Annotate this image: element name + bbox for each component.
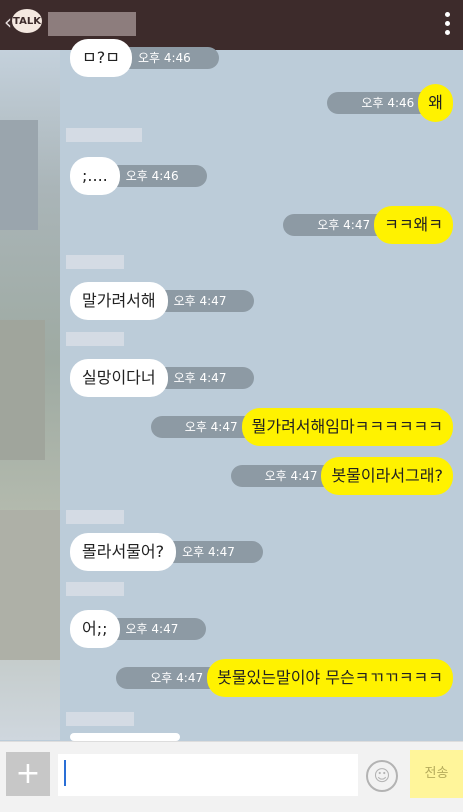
blurred-sender-name	[66, 510, 124, 524]
blurred-sender-name	[66, 582, 124, 596]
blurred-avatars-column	[0, 50, 60, 740]
plus-button[interactable]: +	[6, 752, 50, 796]
message-bubble[interactable]: 뭘가려서해임마ㅋㅋㅋㅋㅋㅋ	[241, 408, 453, 446]
message-bubble[interactable]: 실망이다너	[70, 359, 168, 397]
message-bubble[interactable]: 몰라서물어?	[70, 533, 177, 571]
smiley-icon[interactable]: ☺	[366, 760, 398, 792]
message-composer: + ☺ 전송	[0, 741, 463, 812]
vertical-dots-menu-icon[interactable]	[443, 10, 451, 38]
back-chevron-icon[interactable]: ‹	[4, 10, 12, 34]
message-bubble[interactable]: ㅁ?ㅁ	[70, 39, 132, 77]
message-bubble[interactable]: 왜	[418, 84, 453, 122]
message-row-left: 실망이다너 오후 4:47	[70, 359, 255, 397]
blurred-sender-name	[66, 128, 142, 142]
blurred-sender-name	[66, 332, 124, 346]
message-input[interactable]	[58, 754, 358, 796]
blurred-sender-name	[66, 255, 124, 269]
message-bubble[interactable]: ㅋㅋ왜ㅋ	[374, 206, 453, 244]
message-row-left: 어;; 오후 4:47	[70, 610, 207, 648]
message-row-right: 오후 4:47 뭘가려서해임마ㅋㅋㅋㅋㅋㅋ	[150, 408, 453, 446]
blurred-sender-name	[66, 712, 134, 726]
blurred-chat-title	[48, 12, 136, 36]
message-bubble[interactable]: ;....	[70, 157, 120, 195]
text-cursor	[64, 760, 66, 786]
message-row-left: ;.... 오후 4:46	[70, 157, 207, 195]
send-button[interactable]: 전송	[410, 750, 463, 798]
message-row-left: 말가려서해 오후 4:47	[70, 282, 255, 320]
message-row-right: 오후 4:46 왜	[327, 84, 453, 122]
message-row-left: 몰라서물어? 오후 4:47	[70, 533, 263, 571]
kakaotalk-logo: TALK	[12, 9, 42, 33]
message-row-right: 오후 4:47 ㅋㅋ왜ㅋ	[283, 206, 453, 244]
message-bubble[interactable]: 봇물있는말이야 무슨ㅋㄲㄲㅋㅋㅋ	[207, 659, 453, 697]
message-bubble[interactable]: 봇물이라서그래?	[321, 457, 453, 495]
message-row-right: 오후 4:47 봇물이라서그래?	[230, 457, 453, 495]
message-row-right: 오후 4:47 봇물있는말이야 무슨ㅋㄲㄲㅋㅋㅋ	[116, 659, 453, 697]
message-bubble[interactable]: 어;;	[70, 610, 120, 648]
message-row-left: ㅁ?ㅁ 오후 4:46	[70, 39, 219, 77]
partial-message-bubble	[70, 733, 180, 741]
message-bubble[interactable]: 말가려서해	[70, 282, 168, 320]
